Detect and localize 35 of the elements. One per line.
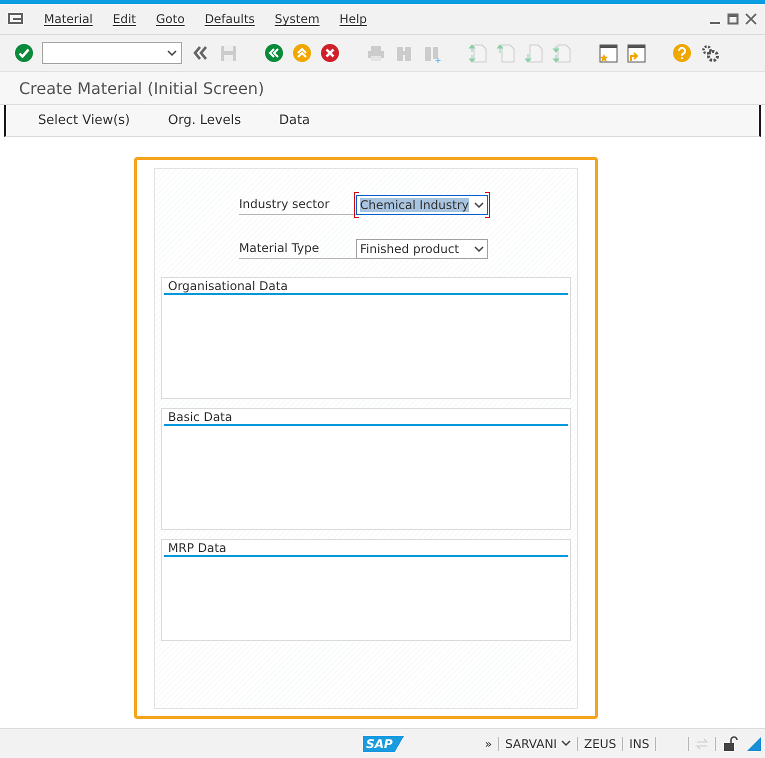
gears-icon[interactable] [700, 43, 720, 63]
maximize-icon[interactable] [727, 13, 739, 25]
dropdown-field[interactable]: Chemical Industry [356, 195, 488, 215]
chevron-down-icon[interactable] [560, 740, 571, 748]
menu-item[interactable]: Goto [156, 12, 185, 26]
group-title: Organisational Data [164, 278, 568, 295]
padlock-icon[interactable] [722, 736, 738, 752]
menu-item[interactable]: Material [44, 12, 93, 26]
menu-item[interactable]: Edit [112, 12, 136, 26]
check-icon[interactable] [14, 43, 34, 63]
toolbar-button[interactable]: Select View(s) [32, 109, 136, 132]
close-icon[interactable] [745, 13, 757, 25]
input-mode: INS [629, 736, 650, 750]
screen-title: Create Material (Initial Screen) [19, 78, 264, 98]
command-field[interactable] [42, 42, 182, 64]
chevron-down-icon [474, 245, 484, 253]
menu-item[interactable]: Help [340, 12, 367, 26]
resize-grip-icon[interactable] [747, 736, 761, 750]
toolbar-button[interactable]: Org. Levels [162, 109, 247, 132]
menu-item[interactable]: Defaults [204, 12, 255, 26]
group-title: MRP Data [164, 540, 568, 557]
chevron-down-icon [167, 49, 177, 57]
swap-arrows-icon [695, 738, 710, 750]
group-title: Basic Data [164, 409, 568, 426]
cancel-icon[interactable] [320, 43, 340, 63]
expand-button[interactable]: » [484, 736, 492, 750]
menu-icon[interactable] [8, 13, 24, 25]
chevron-down-icon [474, 201, 484, 209]
menu-item[interactable]: System [274, 12, 320, 26]
back-circle-icon[interactable] [264, 43, 284, 63]
toolbar-button[interactable]: Data [272, 109, 316, 132]
system-name: ZEUS [584, 736, 616, 750]
logo: SAP [363, 736, 405, 752]
dropdown-field[interactable]: Finished product [356, 239, 488, 259]
user-name[interactable]: SARVANI [505, 736, 557, 750]
